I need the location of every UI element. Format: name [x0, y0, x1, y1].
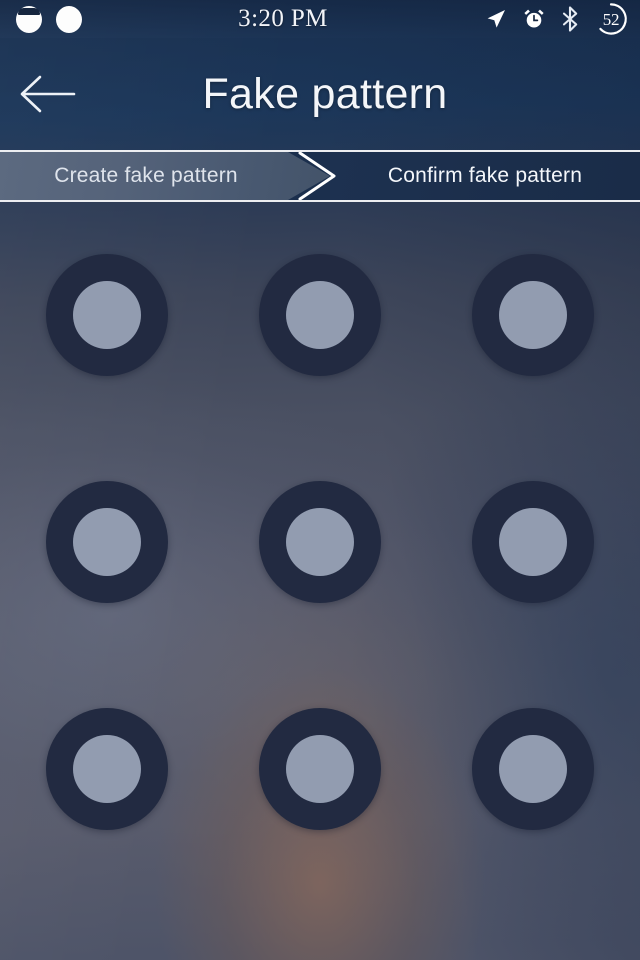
pattern-dot-5[interactable]: [258, 480, 381, 603]
step-label-confirm: Confirm fake pattern: [387, 164, 583, 187]
pattern-dot-cell-6[interactable]: [427, 429, 640, 656]
pattern-dot-cell-1[interactable]: [0, 202, 213, 429]
step-label-create: Create fake pattern: [54, 164, 238, 187]
status-bar-center: 3:20 PM: [82, 5, 484, 33]
page-title: Fake pattern: [202, 69, 448, 118]
pattern-dot-cell-9[interactable]: [427, 655, 640, 882]
pattern-dot-cell-8[interactable]: [213, 655, 426, 882]
step-tab-confirm-fake-pattern[interactable]: Confirm fake pattern: [330, 152, 640, 200]
pattern-lock-area[interactable]: [0, 202, 640, 960]
pattern-dot-cell-5[interactable]: [213, 429, 426, 656]
back-button[interactable]: [0, 38, 96, 150]
pattern-dot-6[interactable]: [472, 480, 595, 603]
back-arrow-icon: [20, 75, 76, 113]
pattern-dot-7[interactable]: [45, 707, 168, 830]
battery-percentage-label: 52: [602, 9, 620, 29]
step-breadcrumb-bar: Create fake pattern Confirm fake pattern: [0, 150, 640, 202]
status-bar: 3:20 PM 52: [0, 0, 640, 38]
pattern-dot-cell-7[interactable]: [0, 655, 213, 882]
pattern-dot-8[interactable]: [258, 707, 381, 830]
pattern-dot-4[interactable]: [45, 480, 168, 603]
alarm-clock-icon: [524, 9, 544, 28]
phone-screen: 3:20 PM 52 Fake pattern Create fake patt…: [0, 0, 640, 960]
location-arrow-icon: [487, 10, 505, 28]
pattern-dot-9[interactable]: [472, 707, 595, 830]
status-bar-system-icons: 52: [484, 2, 628, 36]
pattern-dot-cell-4[interactable]: [0, 429, 213, 656]
pattern-dot-3[interactable]: [472, 254, 595, 377]
notification-circle-capped-icon: [16, 5, 42, 33]
app-header: Fake pattern: [0, 38, 640, 150]
step-tab-create-fake-pattern[interactable]: Create fake pattern: [0, 152, 330, 200]
status-bar-clock: 3:20 PM: [238, 5, 328, 32]
battery-circle-icon: 52: [594, 2, 628, 36]
pattern-dot-2[interactable]: [258, 254, 381, 377]
bluetooth-icon: [562, 6, 578, 32]
pattern-dot-cell-2[interactable]: [213, 202, 426, 429]
pattern-dot-cell-3[interactable]: [427, 202, 640, 429]
status-bar-notifications: [16, 5, 82, 33]
pattern-grid[interactable]: [0, 202, 640, 882]
notification-circle-icon: [56, 5, 82, 33]
pattern-dot-1[interactable]: [45, 254, 168, 377]
